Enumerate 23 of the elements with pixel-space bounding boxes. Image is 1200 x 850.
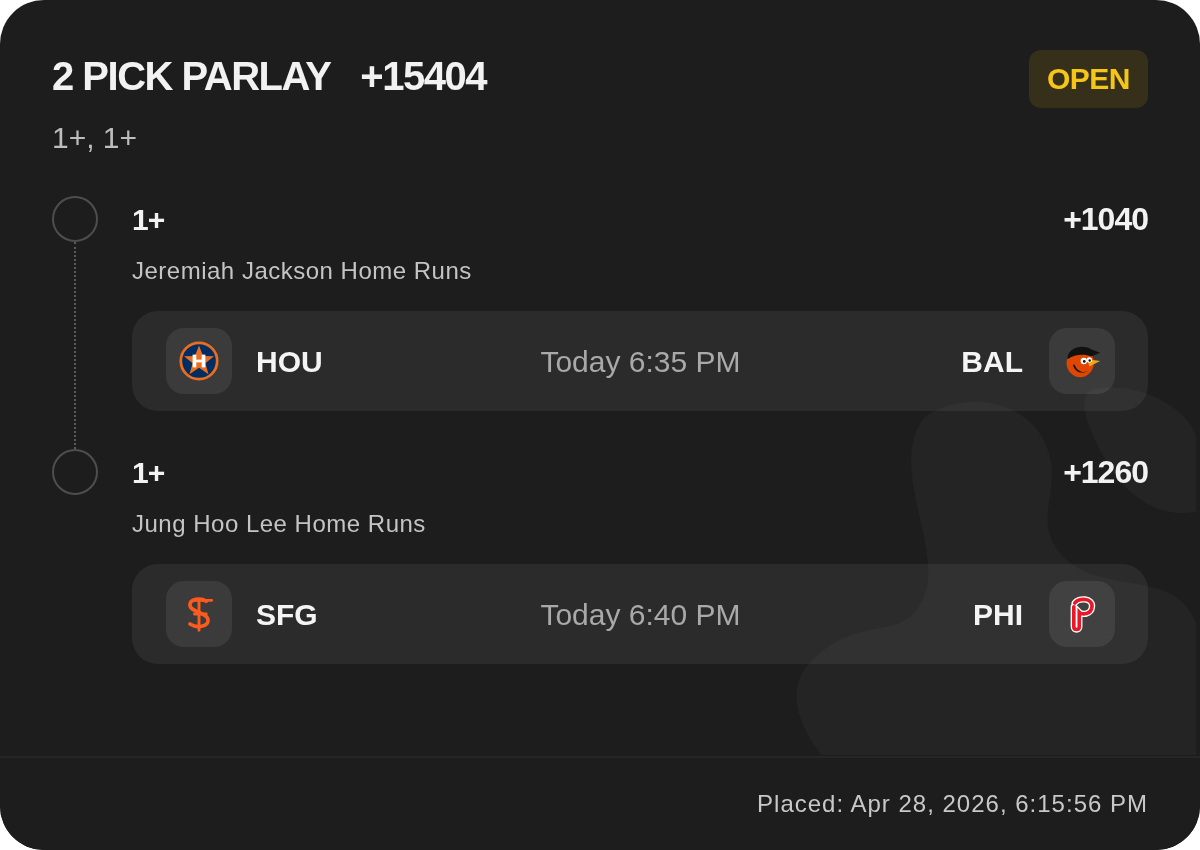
team-abbreviation: BAL (961, 343, 1023, 380)
team-abbreviation: HOU (256, 343, 323, 380)
status-ring-icon (52, 196, 98, 242)
leg-market: Jeremiah Jackson Home Runs (132, 256, 473, 286)
leg-odds: +1040 (1063, 200, 1148, 239)
parlay-odds: +15404 (360, 53, 486, 100)
team-abbreviation: PHI (973, 596, 1023, 633)
team-abbreviation: SFG (256, 596, 318, 633)
leg-market: Jung Hoo Lee Home Runs (132, 509, 427, 539)
parlay-summary: 1+, 1+ (52, 120, 139, 156)
placed-timestamp: Placed: Apr 28, 2026, 6:15:56 PM (757, 789, 1148, 819)
parlay-title: 2 PICK PARLAY (52, 53, 331, 100)
leg-line: 1+ (132, 201, 165, 238)
status-badge: OPEN (1028, 50, 1148, 108)
bird-logo-icon (1049, 328, 1115, 394)
game-time: Today 6:40 PM (540, 596, 741, 633)
game-time: Today 6:35 PM (540, 343, 741, 380)
leg-odds: +1260 (1063, 453, 1148, 492)
status-ring-icon (52, 449, 98, 495)
leg-line: 1+ (132, 454, 165, 491)
loop-logo-icon (1049, 581, 1115, 647)
swirl-logo-icon (166, 581, 232, 647)
star-logo-icon (166, 328, 232, 394)
